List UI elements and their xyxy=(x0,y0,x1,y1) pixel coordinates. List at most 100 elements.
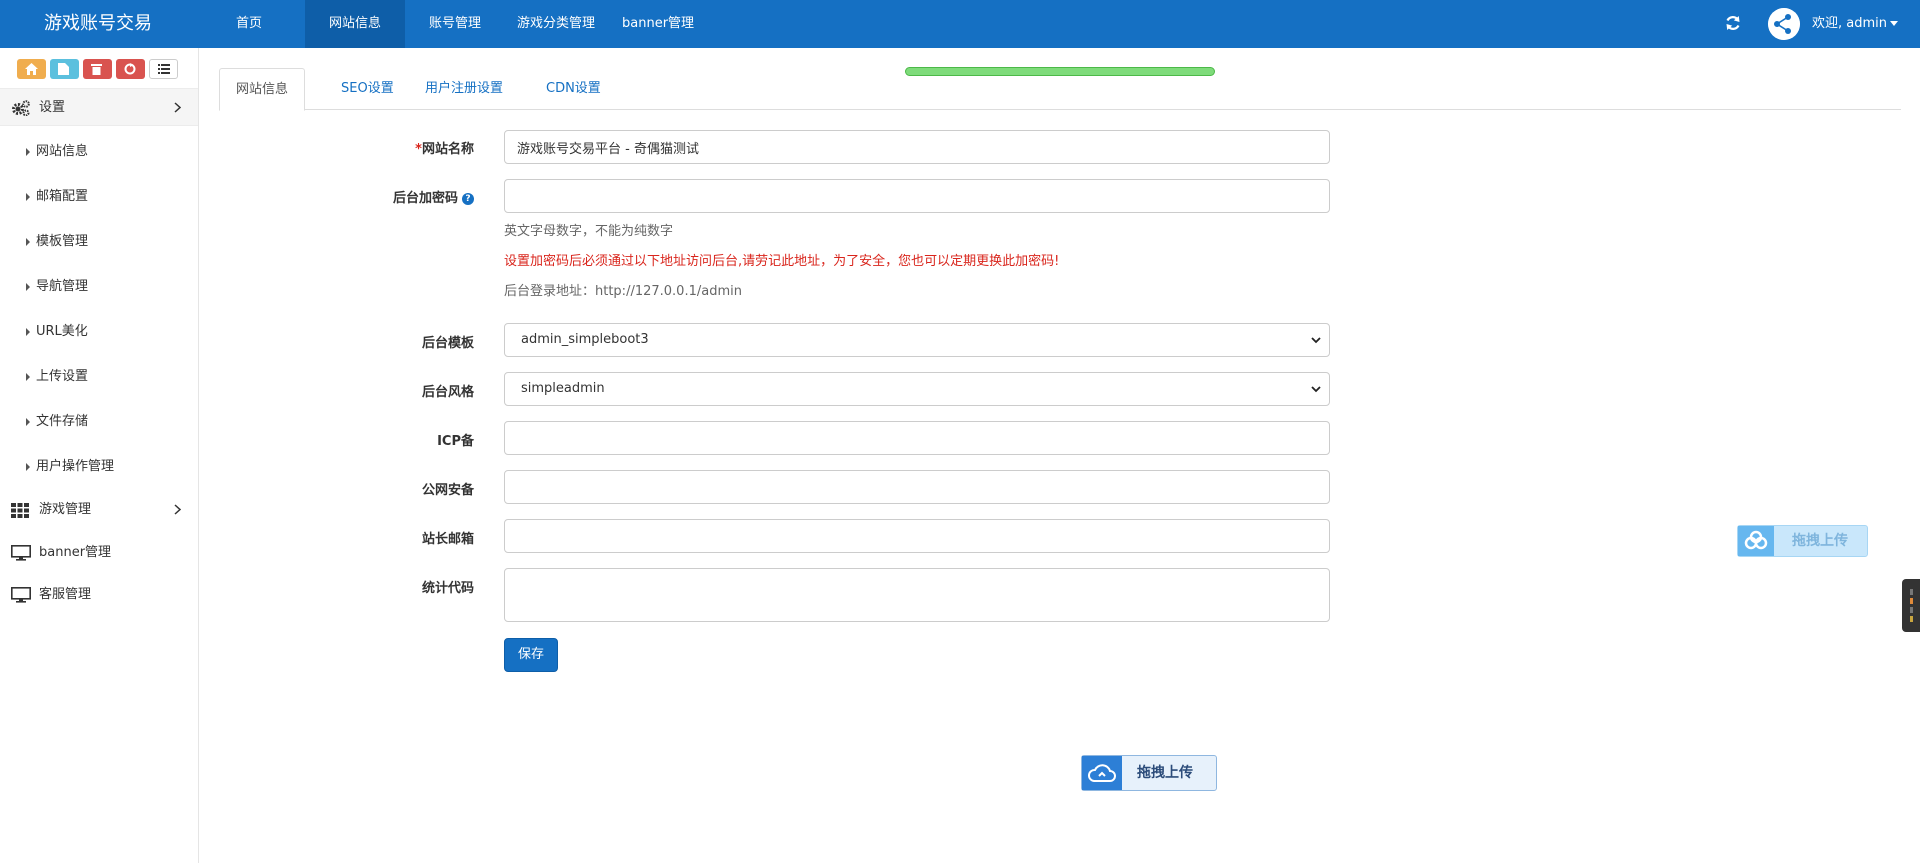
admin-style-label: 后台风格 xyxy=(421,385,474,400)
chevron-down-icon xyxy=(1311,386,1321,393)
sidebar-subitem-upload[interactable]: 上传设置 xyxy=(0,362,198,392)
file-icon xyxy=(58,63,69,75)
stats-code-label: 统计代码 xyxy=(421,581,474,596)
nav-banner[interactable]: banner管理 xyxy=(598,0,718,48)
icp-label: ICP备 xyxy=(437,434,474,449)
question-icon[interactable]: ? xyxy=(462,193,474,205)
site-name-label: *网站名称 xyxy=(234,138,474,157)
admin-code-input[interactable] xyxy=(504,179,1330,213)
welcome-text: 欢迎, admin xyxy=(1812,16,1887,31)
handle-grip-line xyxy=(1910,616,1913,622)
sidebar-item-customer-service[interactable]: 客服管理 xyxy=(0,576,198,614)
icp-input[interactable] xyxy=(504,421,1330,455)
file-shortcut-button[interactable] xyxy=(50,59,79,79)
webmaster-email-input[interactable] xyxy=(504,519,1330,553)
tab-user-registration[interactable]: 用户注册设置 xyxy=(409,68,519,110)
sidebar-item-settings[interactable]: 设置 xyxy=(0,88,198,126)
nav-account-management[interactable]: 账号管理 xyxy=(405,0,505,48)
sidebar-subitem-navigation[interactable]: 导航管理 xyxy=(0,272,198,302)
list-icon xyxy=(158,64,170,74)
cloud-icon-box xyxy=(1082,756,1122,790)
required-mark: * xyxy=(415,142,422,157)
chevron-down-icon xyxy=(1311,337,1321,344)
admin-code-label-text: 后台加密码 xyxy=(392,191,458,206)
chevron-right-icon xyxy=(174,102,181,113)
admin-login-url: 后台登录地址：http://127.0.0.1/admin xyxy=(504,284,742,299)
sidebar-item-banner[interactable]: banner管理 xyxy=(0,534,198,572)
site-name-label-text: 网站名称 xyxy=(421,142,474,157)
drag-upload-label: 拖拽上传 xyxy=(1137,765,1193,781)
sidebar-subitem-label: 用户操作管理 xyxy=(36,459,115,474)
caret-right-icon xyxy=(26,193,30,201)
monitor-icon xyxy=(11,587,31,603)
user-menu[interactable]: 欢迎, admin xyxy=(1812,0,1898,48)
sidebar-subitem-label: 上传设置 xyxy=(36,369,89,384)
chevron-right-icon xyxy=(174,504,181,515)
monitor-icon xyxy=(11,545,31,561)
drag-upload-widget-floating[interactable]: 拖拽上传 xyxy=(1737,525,1868,557)
caret-right-icon xyxy=(26,328,30,336)
sidebar-item-label: banner管理 xyxy=(39,545,112,560)
sidebar-subitem-label: 模板管理 xyxy=(36,234,89,249)
trash-shortcut-button[interactable] xyxy=(83,59,112,79)
top-navbar: 游戏账号交易 首页 网站信息 账号管理 游戏分类管理 banner管理 欢迎, … xyxy=(0,0,1920,48)
caret-right-icon xyxy=(26,463,30,471)
handle-grip-line xyxy=(1910,589,1913,595)
home-shortcut-button[interactable] xyxy=(17,59,46,79)
list-shortcut-button[interactable] xyxy=(149,59,178,79)
settings-tabs: 网站信息 SEO设置 用户注册设置 CDN设置 xyxy=(219,68,1901,111)
admin-code-warning: 设置加密码后必须通过以下地址访问后台,请劳记此地址，为了安全，您也可以定期更换此… xyxy=(504,254,1060,269)
drag-upload-label: 拖拽上传 xyxy=(1792,533,1848,549)
cloud-icon xyxy=(1744,530,1768,550)
police-record-label: 公网安备 xyxy=(421,483,474,498)
save-button[interactable]: 保存 xyxy=(504,638,558,672)
grid-icon xyxy=(11,503,29,518)
admin-code-label: 后台加密码? xyxy=(234,187,474,206)
caret-right-icon xyxy=(26,418,30,426)
tab-site-info[interactable]: 网站信息 xyxy=(219,68,306,111)
side-panel-handle[interactable] xyxy=(1902,579,1920,632)
stats-code-textarea[interactable] xyxy=(504,568,1330,622)
sidebar-subitem-user-actions[interactable]: 用户操作管理 xyxy=(0,452,198,482)
caret-right-icon xyxy=(26,283,30,291)
admin-template-value: admin_simpleboot3 xyxy=(521,332,649,347)
sidebar-subitem-label: 邮箱配置 xyxy=(36,189,89,204)
drag-upload-widget[interactable]: 拖拽上传 xyxy=(1081,755,1217,791)
sidebar-subitem-label: 导航管理 xyxy=(36,279,89,294)
admin-style-select[interactable]: simpleadmin xyxy=(504,372,1330,406)
refresh-icon[interactable] xyxy=(1724,14,1742,32)
webmaster-email-label: 站长邮箱 xyxy=(421,532,474,547)
sidebar-subitem-file-storage[interactable]: 文件存储 xyxy=(0,407,198,437)
sidebar-subitem-template[interactable]: 模板管理 xyxy=(0,227,198,257)
sidebar-subitem-label: 网站信息 xyxy=(36,144,89,159)
admin-template-select[interactable]: admin_simpleboot3 xyxy=(504,323,1330,357)
site-name-input[interactable] xyxy=(504,130,1330,164)
nav-home[interactable]: 首页 xyxy=(212,0,286,48)
police-record-input[interactable] xyxy=(504,470,1330,504)
caret-right-icon xyxy=(26,148,30,156)
caret-down-icon xyxy=(1890,21,1898,26)
tab-cdn[interactable]: CDN设置 xyxy=(530,68,617,110)
recycle-shortcut-button[interactable] xyxy=(116,59,145,79)
sidebar-subitem-site-info[interactable]: 网站信息 xyxy=(0,137,198,167)
sidebar-item-label: 设置 xyxy=(39,100,66,115)
avatar[interactable] xyxy=(1768,8,1800,40)
admin-code-help: 英文字母数字，不能为纯数字 xyxy=(504,224,674,239)
sidebar-subitem-label: 文件存储 xyxy=(36,414,89,429)
sidebar-subitem-url-rewrite[interactable]: URL美化 xyxy=(0,317,198,347)
caret-right-icon xyxy=(26,373,30,381)
admin-style-value: simpleadmin xyxy=(521,381,605,396)
cogs-icon xyxy=(12,100,30,116)
handle-grip-line xyxy=(1910,607,1913,613)
brand-title[interactable]: 游戏账号交易 xyxy=(44,0,152,48)
sidebar-item-game-management[interactable]: 游戏管理 xyxy=(0,491,198,529)
nav-site-info[interactable]: 网站信息 xyxy=(305,0,406,48)
admin-template-label: 后台模板 xyxy=(421,336,474,351)
sidebar: 设置 网站信息 邮箱配置 模板管理 导航管理 URL美化 上传设置 文件存储 用… xyxy=(0,48,199,863)
sidebar-subitem-email-config[interactable]: 邮箱配置 xyxy=(0,182,198,212)
tab-seo[interactable]: SEO设置 xyxy=(325,68,410,110)
home-icon xyxy=(25,63,38,75)
handle-grip-line xyxy=(1910,598,1913,604)
cloud-upload-icon xyxy=(1088,764,1116,782)
caret-right-icon xyxy=(26,238,30,246)
